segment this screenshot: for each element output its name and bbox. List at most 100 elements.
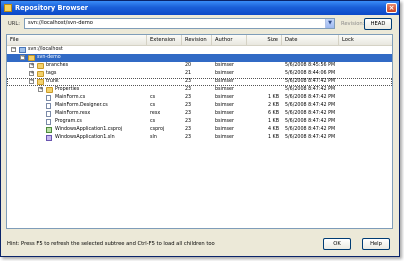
cell-file-name: Program.cs xyxy=(55,119,82,124)
cell-file-name: MainForm.cs xyxy=(55,95,86,100)
cs-file-icon xyxy=(46,95,51,101)
folder-icon xyxy=(37,71,44,77)
cell-revision: 20 xyxy=(185,63,192,68)
cell-date: 5/6/2008 8:47:42 PM xyxy=(285,87,336,92)
url-value: svn://localhost/svn-demo xyxy=(28,20,93,26)
cell-revision: 21 xyxy=(185,71,192,76)
cell-size: 2 KB xyxy=(267,103,279,108)
tree-row[interactable]: WindowsApplication1.sln sln 23 bsimser 1 KB 5… xyxy=(7,134,392,142)
column-header-row: File Extension Revision Author Size Date… xyxy=(7,35,392,46)
tree-row[interactable]: − svn://localhost xyxy=(7,46,392,54)
tree-row[interactable]: + Properties 23 bsimser 5/6/2008 8:47:42 PM xyxy=(7,86,392,94)
cell-date: 5/6/2008 8:47:42 PM xyxy=(285,127,336,132)
tree-row[interactable]: + tags 21 bsimser 5/6/2008 8:44:06 PM xyxy=(7,70,392,78)
cell-extension: cs xyxy=(150,103,156,108)
repository-tree-list[interactable]: File Extension Revision Author Size Date… xyxy=(6,34,393,229)
cell-author: bsimser xyxy=(215,119,234,124)
sln-icon xyxy=(46,135,52,141)
cell-date: 5/6/2008 8:47:42 PM xyxy=(285,119,336,124)
cell-file-name: MainForm.resx xyxy=(55,111,91,116)
cs-file-icon xyxy=(46,103,51,109)
close-icon: × xyxy=(388,4,395,12)
folder-icon xyxy=(46,87,53,93)
close-button[interactable]: × xyxy=(386,3,397,13)
cell-author: bsimser xyxy=(215,127,234,132)
cell-file-name: svn://localhost xyxy=(28,47,63,52)
expand-icon[interactable]: + xyxy=(29,71,34,76)
column-header-revision[interactable]: Revision xyxy=(182,35,212,45)
url-combobox[interactable]: svn://localhost/svn-demo ▼ xyxy=(24,18,335,29)
tree-row[interactable]: WindowsApplication1.csproj csproj 23 bsimse… xyxy=(7,126,392,134)
cell-file-name: MainForm.Designer.cs xyxy=(55,103,108,108)
expand-icon[interactable]: + xyxy=(38,87,43,92)
column-header-file[interactable]: File xyxy=(7,35,147,45)
cell-revision: 23 xyxy=(185,135,192,140)
tree-row[interactable]: MainForm.cs cs 23 bsimser 1 KB 5/6/2008 8:47:… xyxy=(7,94,392,102)
cell-revision: 23 xyxy=(185,119,192,124)
cell-extension: cs xyxy=(150,119,156,124)
cell-author: bsimser xyxy=(215,71,234,76)
cell-author: bsimser xyxy=(215,95,234,100)
url-label: URL: xyxy=(8,21,21,27)
column-header-lock[interactable]: Lock xyxy=(339,35,392,45)
cell-size: 1 KB xyxy=(267,135,279,140)
cell-size: 4 KB xyxy=(267,127,279,132)
cell-file-name: Properties xyxy=(55,87,80,92)
cell-revision: 23 xyxy=(185,95,192,100)
cell-date: 5/6/2008 8:47:42 PM xyxy=(285,111,336,116)
cell-revision: 23 xyxy=(185,111,192,116)
tree-row[interactable]: MainForm.Designer.cs cs 23 bsimser 2 KB 5/6/2… xyxy=(7,102,392,110)
cell-extension: cs xyxy=(150,95,156,100)
revision-label: Revision: xyxy=(341,21,365,27)
cell-author: bsimser xyxy=(215,103,234,108)
column-header-size[interactable]: Size xyxy=(247,35,282,45)
column-header-author[interactable]: Author xyxy=(212,35,247,45)
cell-date: 5/6/2008 8:47:42 PM xyxy=(285,135,336,140)
folder-icon xyxy=(37,79,44,85)
revision-head-button[interactable]: HEAD xyxy=(364,18,392,30)
cell-date: 5/6/2008 8:45:56 PM xyxy=(285,63,336,68)
tree-row[interactable]: − svn-demo xyxy=(7,54,392,62)
cell-file-name: branches xyxy=(46,63,69,68)
cell-file-name: trunk xyxy=(46,79,59,84)
cell-extension: csproj xyxy=(150,127,165,132)
expand-icon[interactable]: + xyxy=(29,63,34,68)
cell-author: bsimser xyxy=(215,87,234,92)
cell-date: 5/6/2008 8:47:42 PM xyxy=(285,79,336,84)
collapse-icon[interactable]: − xyxy=(20,55,25,60)
help-button[interactable]: Help xyxy=(362,238,390,250)
collapse-icon[interactable]: − xyxy=(11,47,16,52)
tree-row[interactable]: − trunk 23 bsimser 5/6/2008 8:47:42 PM xyxy=(7,78,392,86)
csproj-icon xyxy=(46,127,52,133)
cell-size: 6 KB xyxy=(267,111,279,116)
cell-revision: 23 xyxy=(185,127,192,132)
cell-author: bsimser xyxy=(215,79,234,84)
cell-date: 5/6/2008 8:44:06 PM xyxy=(285,71,336,76)
tree-row[interactable]: + branches 20 bsimser 5/6/2008 8:45:56 PM xyxy=(7,62,392,70)
collapse-icon[interactable]: − xyxy=(29,79,34,84)
cell-extension: resx xyxy=(150,111,161,116)
app-icon xyxy=(4,4,12,12)
cell-date: 5/6/2008 8:47:42 PM xyxy=(285,95,336,100)
ok-button[interactable]: OK xyxy=(323,238,351,250)
folder-icon xyxy=(37,63,44,69)
cell-file-name: WindowsApplication1.csproj xyxy=(55,127,123,132)
cell-revision: 23 xyxy=(185,79,192,84)
cell-size: 1 KB xyxy=(267,95,279,100)
cell-author: bsimser xyxy=(215,111,234,116)
repository-icon xyxy=(19,47,26,53)
cell-date: 5/6/2008 8:47:42 PM xyxy=(285,103,336,108)
hint-text: Hint: Press F5 to refresh the selected s… xyxy=(7,241,215,247)
title-bar[interactable]: Repository Browser × xyxy=(1,1,399,15)
cs-file-icon xyxy=(46,119,51,125)
tree-row[interactable]: Program.cs cs 23 bsimser 1 KB 5/6/2008 8:47:4… xyxy=(7,118,392,126)
cell-revision: 23 xyxy=(185,87,192,92)
chevron-down-icon[interactable]: ▼ xyxy=(325,19,334,28)
column-header-date[interactable]: Date xyxy=(282,35,339,45)
column-header-extension[interactable]: Extension xyxy=(147,35,182,45)
folder-icon xyxy=(28,55,35,61)
tree-row[interactable]: MainForm.resx resx 23 bsimser 6 KB 5/6/2008 8… xyxy=(7,110,392,118)
cell-author: bsimser xyxy=(215,135,234,140)
cell-file-name: WindowsApplication1.sln xyxy=(55,135,115,140)
resx-file-icon xyxy=(46,111,51,117)
